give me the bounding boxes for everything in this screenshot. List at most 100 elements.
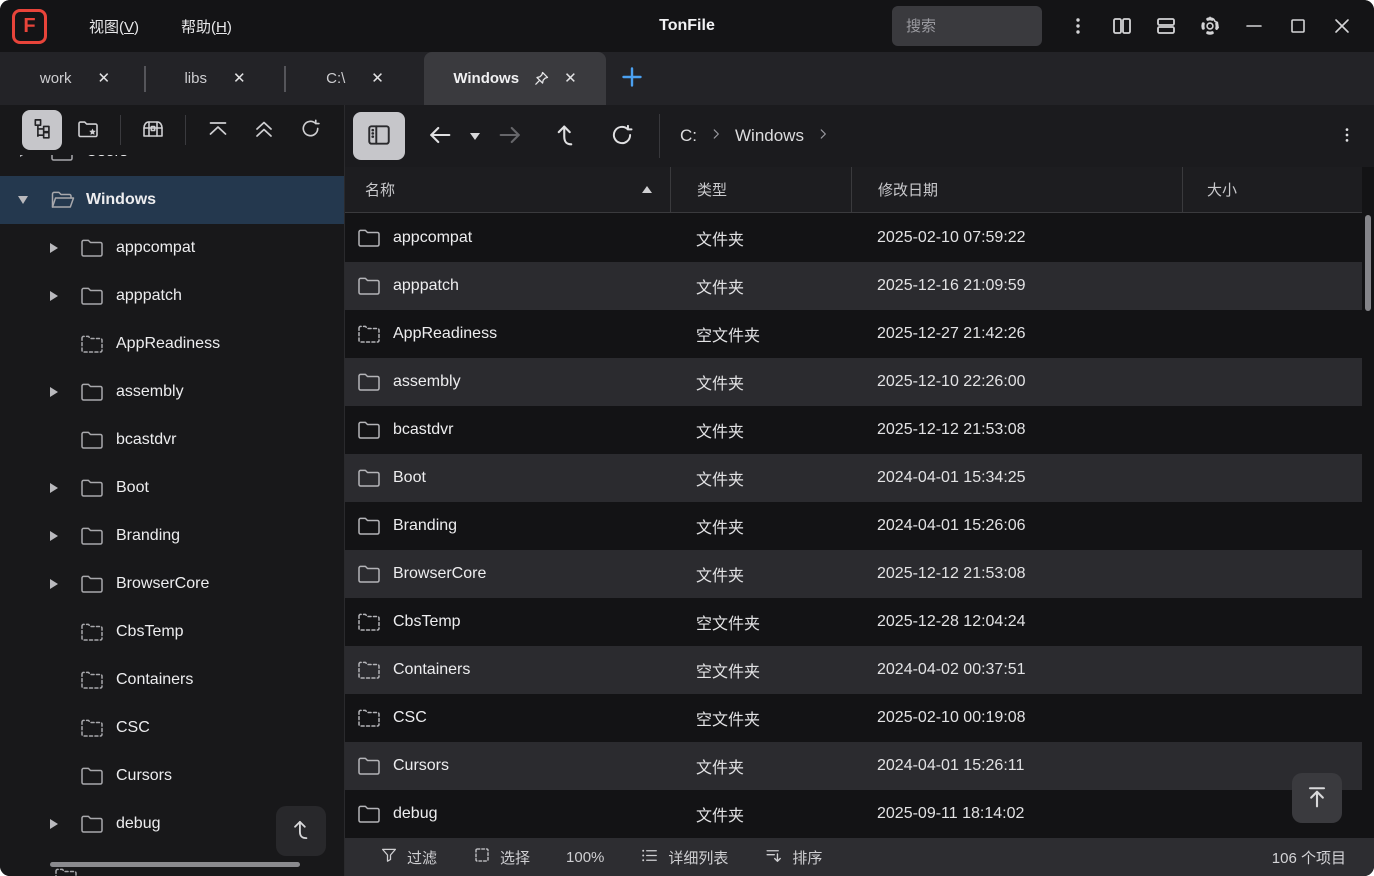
forward-button[interactable] xyxy=(489,115,531,157)
file-size-cell xyxy=(1182,502,1362,550)
vertical-scrollbar-thumb[interactable] xyxy=(1365,215,1371,311)
tree-expand-arrow[interactable] xyxy=(16,155,42,159)
tree-item[interactable]: bcastdvr xyxy=(0,416,344,464)
header-name-column[interactable]: 名称 xyxy=(345,167,670,212)
tree-item[interactable]: CbsTemp xyxy=(0,608,344,656)
file-row[interactable]: Cursors 文件夹 2024-04-01 15:26:11 xyxy=(345,742,1362,790)
folder-icon xyxy=(357,275,381,297)
back-button[interactable] xyxy=(419,115,461,157)
tab-c-drive[interactable]: C:\ ✕ xyxy=(286,52,424,105)
history-dropdown-button[interactable] xyxy=(461,115,489,157)
tree-expand-arrow[interactable] xyxy=(46,385,72,399)
tree-expand-arrow xyxy=(46,337,72,351)
file-date-cell: 2025-02-10 00:19:08 xyxy=(851,694,1182,742)
tab-close-icon[interactable]: ✕ xyxy=(233,71,246,86)
favorites-folder-button[interactable] xyxy=(68,110,108,150)
split-vertical-button[interactable] xyxy=(1102,6,1142,46)
file-row[interactable]: Branding 文件夹 2024-04-01 15:26:06 xyxy=(345,502,1362,550)
file-row[interactable]: CbsTemp 空文件夹 2025-12-28 12:04:24 xyxy=(345,598,1362,646)
tree-item[interactable]: AppReadiness xyxy=(0,320,344,368)
header-date-column[interactable]: 修改日期 xyxy=(851,167,1182,212)
file-name-cell: BrowserCore xyxy=(345,550,670,598)
tab-close-icon[interactable]: ✕ xyxy=(371,71,384,86)
tree-item[interactable]: BrowserCore xyxy=(0,560,344,608)
up-button[interactable] xyxy=(545,115,587,157)
file-date-cell: 2024-04-01 15:26:06 xyxy=(851,502,1182,550)
tree-item[interactable]: appcompat xyxy=(0,224,344,272)
folder-icon xyxy=(80,813,106,835)
new-tab-button[interactable] xyxy=(606,52,658,105)
select-button[interactable]: 选择 xyxy=(473,846,530,868)
header-type-column[interactable]: 类型 xyxy=(670,167,851,212)
tree-view-toggle-button[interactable] xyxy=(22,110,62,150)
folder-icon xyxy=(80,285,106,307)
split-horizontal-button[interactable] xyxy=(1146,6,1186,46)
file-row[interactable]: assembly 文件夹 2025-12-10 22:26:00 xyxy=(345,358,1362,406)
tab-libs[interactable]: libs ✕ xyxy=(146,52,284,105)
breadcrumb-drive[interactable]: C: xyxy=(672,122,705,150)
header-size-column[interactable]: 大小 xyxy=(1182,167,1362,212)
more-options-button[interactable] xyxy=(1058,6,1098,46)
refresh-tree-button[interactable] xyxy=(290,110,330,150)
search-input[interactable] xyxy=(892,6,1042,46)
list-header: 名称 类型 修改日期 大小 xyxy=(345,167,1362,213)
tree-expand-arrow[interactable] xyxy=(46,577,72,591)
file-size-cell xyxy=(1182,310,1362,358)
tree-scroll-top-button[interactable] xyxy=(276,806,326,856)
file-row[interactable]: Containers 空文件夹 2024-04-02 00:37:51 xyxy=(345,646,1362,694)
app-logo-icon: F xyxy=(12,9,47,44)
view-mode-button[interactable]: 详细列表 xyxy=(640,846,728,869)
zoom-level[interactable]: 100% xyxy=(566,849,604,866)
sort-button[interactable]: 排序 xyxy=(764,846,822,869)
close-button[interactable] xyxy=(1322,6,1362,46)
tree-expand-arrow[interactable] xyxy=(46,817,72,831)
pin-icon[interactable] xyxy=(533,70,550,87)
maximize-button[interactable] xyxy=(1278,6,1318,46)
file-row[interactable]: apppatch 文件夹 2025-12-16 21:09:59 xyxy=(345,262,1362,310)
sidebar-toggle-button[interactable] xyxy=(353,112,405,160)
tree-expand-arrow[interactable] xyxy=(46,241,72,255)
refresh-button[interactable] xyxy=(601,115,643,157)
tree-item[interactable]: Containers xyxy=(0,656,344,704)
file-size-cell xyxy=(1182,694,1362,742)
horizontal-scrollbar-thumb[interactable] xyxy=(50,862,300,867)
settings-button[interactable] xyxy=(1190,6,1230,46)
scroll-to-top-button[interactable] xyxy=(198,110,238,150)
file-row[interactable]: CSC 空文件夹 2025-02-10 00:19:08 xyxy=(345,694,1362,742)
filter-button[interactable]: 过滤 xyxy=(380,846,437,868)
tree-expand-arrow[interactable] xyxy=(16,193,42,207)
tree-item[interactable]: Users xyxy=(0,155,344,176)
tab-close-icon[interactable]: ✕ xyxy=(98,71,111,86)
tree-item[interactable]: apppatch xyxy=(0,272,344,320)
file-row[interactable]: bcastdvr 文件夹 2025-12-12 21:53:08 xyxy=(345,406,1362,454)
tree-expand-arrow[interactable] xyxy=(46,529,72,543)
file-row[interactable]: debug 文件夹 2025-09-11 18:14:02 xyxy=(345,790,1362,838)
file-row[interactable]: AppReadiness 空文件夹 2025-12-27 21:42:26 xyxy=(345,310,1362,358)
menu-help-post: ) xyxy=(227,19,232,36)
tree-item[interactable]: assembly xyxy=(0,368,344,416)
tab-close-icon[interactable]: ✕ xyxy=(564,71,577,86)
tree-expand-arrow[interactable] xyxy=(46,481,72,495)
tree-expand-arrow[interactable] xyxy=(46,289,72,303)
tree-item-selected[interactable]: Windows xyxy=(0,176,344,224)
tree-item[interactable]: Boot xyxy=(0,464,344,512)
file-row[interactable]: BrowserCore 文件夹 2025-12-12 21:53:08 xyxy=(345,550,1362,598)
file-row[interactable]: appcompat 文件夹 2025-02-10 07:59:22 xyxy=(345,214,1362,262)
tab-windows-active[interactable]: Windows ✕ xyxy=(424,52,606,105)
tree-item[interactable]: CSC xyxy=(0,704,344,752)
menu-view[interactable]: 视图(V) xyxy=(89,16,139,37)
file-size-cell xyxy=(1182,454,1362,502)
menu-help[interactable]: 帮助(H) xyxy=(181,16,232,37)
tree-item[interactable]: Cursors xyxy=(0,752,344,800)
folder-dashed-icon xyxy=(80,717,106,739)
archive-chest-button[interactable] xyxy=(133,110,173,150)
tree-item[interactable]: Branding xyxy=(0,512,344,560)
pane-options-button[interactable] xyxy=(1326,115,1368,157)
file-row[interactable]: Boot 文件夹 2024-04-01 15:34:25 xyxy=(345,454,1362,502)
file-date-cell: 2025-12-16 21:09:59 xyxy=(851,262,1182,310)
minimize-button[interactable] xyxy=(1234,6,1274,46)
tab-work[interactable]: work ✕ xyxy=(6,52,144,105)
list-scroll-top-button[interactable] xyxy=(1292,773,1342,823)
collapse-all-button[interactable] xyxy=(244,110,284,150)
breadcrumb-folder[interactable]: Windows xyxy=(727,122,812,150)
